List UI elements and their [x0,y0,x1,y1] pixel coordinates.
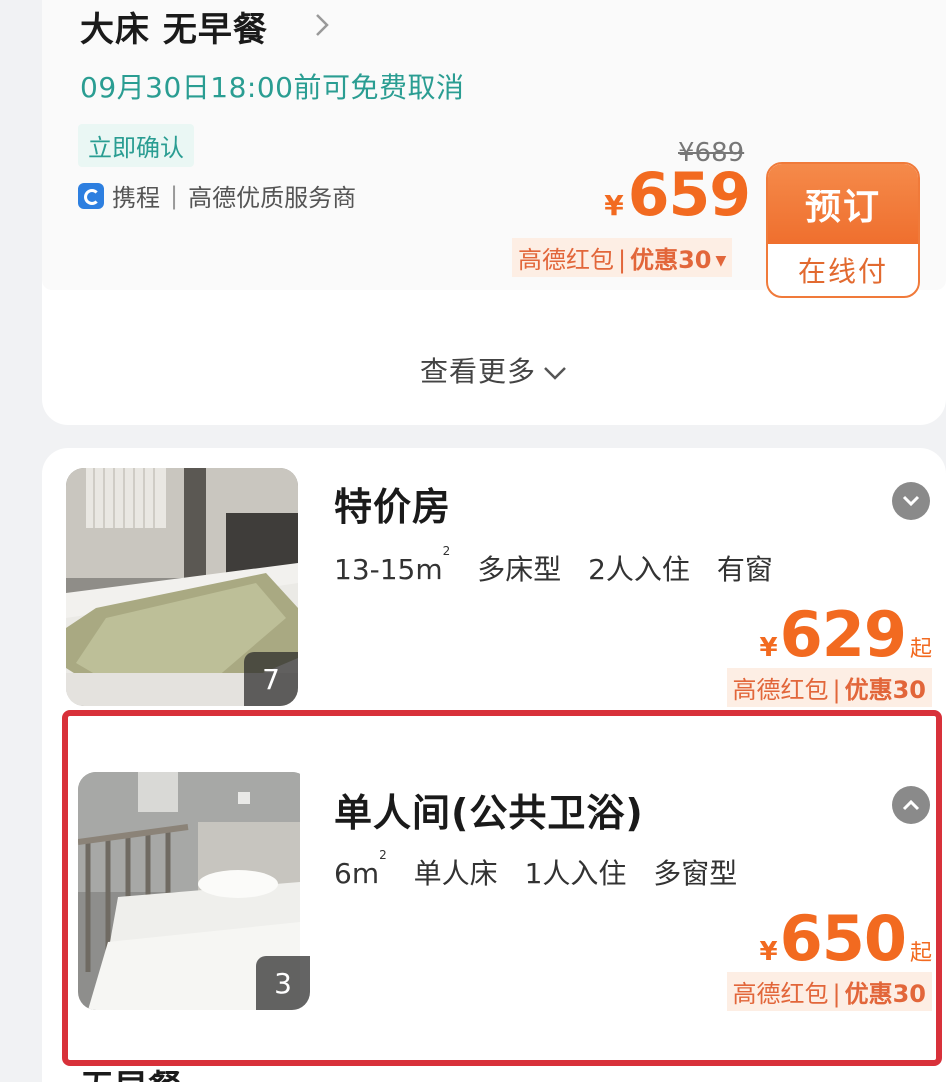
discount-source: 高德红包 [518,246,614,274]
supplier-info: 携程 | 高德优质服务商 [78,178,356,213]
currency-symbol: ¥ [604,189,624,222]
chevron-down-icon [544,367,566,380]
discount-source: 高德红包 [732,676,829,704]
price-value: 659 [627,160,751,230]
supplier-desc: 高德优质服务商 [188,184,357,212]
rate-option[interactable]: 大床 无早餐 09月30日18:00前可免费取消 立即确认 携程 | 高德优质服… [42,0,946,298]
bed-type: 多床型 [477,553,562,586]
price-value: 629 [779,598,907,671]
photo-count: 7 [244,652,298,706]
pay-online-label: 在线付 [797,255,888,288]
window-info: 有窗 [716,553,773,586]
discount-separator: | [832,676,841,704]
ctrip-logo-icon [78,182,104,209]
room-photo[interactable]: 7 [66,468,298,706]
currency-symbol: ¥ [759,633,778,663]
room-title: 特价房 [334,485,452,529]
room-item[interactable]: 7 特价房 13-15m2 多床型 2人入住 有窗 ¥ 629 起 高德红包 | 优… [42,468,946,718]
see-more-button[interactable]: 查看更多 [42,350,946,390]
chevron-down-icon [902,495,920,507]
occupancy: 2人入住 [588,553,690,586]
price-suffix: 起 [909,637,932,662]
rate-room-name[interactable]: 大床 无早餐 [80,2,268,51]
book-button[interactable]: 预订 在线付 [766,162,920,298]
see-more-label: 查看更多 [419,355,536,388]
discount-separator: | [618,246,627,274]
discount-badge: 高德红包 | 优惠30 [726,668,932,707]
caret-down-icon: ▼ [715,253,727,269]
supplier-name: 携程 [112,184,160,212]
instant-confirm-badge: 立即确认 [78,124,194,167]
book-label: 预订 [768,164,918,244]
rate-price: ¥ 659 [604,160,751,230]
expand-toggle-button[interactable] [892,482,930,520]
rate-card: 大床 无早餐 09月30日18:00前可免费取消 立即确认 携程 | 高德优质服… [42,0,946,425]
room-price: ¥ 629 起 [759,598,932,671]
room-size: 13-15m2 [334,544,451,586]
highlight-annotation-box [62,710,942,1066]
chevron-right-icon[interactable] [312,10,332,40]
room-specs: 13-15m2 多床型 2人入住 有窗 [334,544,791,588]
cancel-policy: 09月30日18:00前可免费取消 [80,71,465,104]
hotel-room-list-page: 大床 无早餐 09月30日18:00前可免费取消 立即确认 携程 | 高德优质服… [0,0,946,1082]
supplier-separator: | [170,181,179,210]
discount-amount: 优惠30 [844,676,926,704]
discount-badge[interactable]: 高德红包 | 优惠30 ▼ [512,238,733,277]
discount-amount: 优惠30 [630,246,712,274]
next-rate-title-peek: 无早餐 [80,1060,182,1082]
